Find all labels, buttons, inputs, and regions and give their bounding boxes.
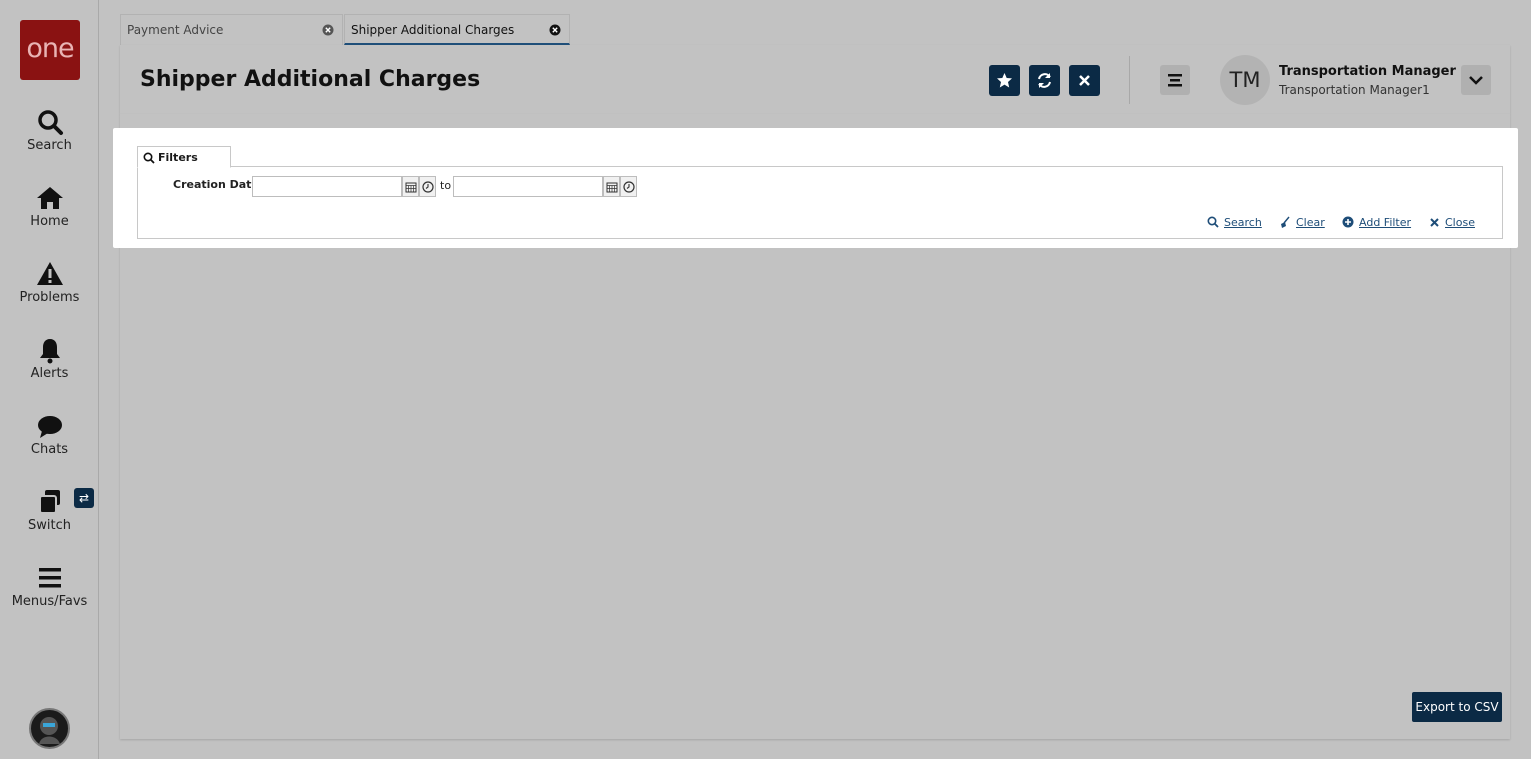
plus-circle-icon [1342, 216, 1354, 228]
switch-badge[interactable]: ⇄ [74, 488, 94, 508]
tab-label: Payment Advice [127, 23, 224, 37]
filter-clear-link[interactable]: Clear [1281, 216, 1325, 229]
hamburger-icon [1168, 74, 1182, 87]
sidebar-item-label: Home [30, 214, 69, 229]
search-icon [143, 152, 155, 164]
sidebar-item-label: Search [27, 138, 72, 153]
calendar-button[interactable] [603, 176, 620, 197]
calendar-icon [405, 182, 417, 193]
sidebar-item-label: Switch [28, 518, 71, 533]
filters-tab[interactable]: Filters [137, 146, 231, 168]
star-icon [997, 73, 1012, 88]
clock-icon [623, 181, 635, 193]
filter-clear-label: Clear [1296, 216, 1325, 229]
add-filter-link[interactable]: Add Filter [1342, 216, 1412, 229]
filters-panel: Filters Creation Date: to Search Clear A… [113, 128, 1518, 248]
tab-payment-advice[interactable]: Payment Advice [120, 14, 343, 45]
filters-box: Creation Date: to Search Clear Add Filte… [137, 166, 1503, 239]
page-title: Shipper Additional Charges [140, 67, 481, 92]
creation-date-from-input[interactable] [252, 176, 402, 197]
sidebar-item-menus-favs[interactable]: Menus/Favs [0, 564, 99, 609]
sidebar-item-label: Problems [19, 290, 80, 305]
clock-icon [422, 181, 434, 193]
tab-label: Shipper Additional Charges [351, 23, 515, 37]
search-icon [37, 110, 63, 135]
sidebar-item-chats[interactable]: Chats [0, 412, 99, 457]
close-tab-icon[interactable] [549, 24, 561, 36]
sidebar-item-label: Alerts [30, 366, 69, 381]
chevron-down-icon [1469, 76, 1483, 85]
filter-close-link[interactable]: Close [1430, 216, 1475, 229]
close-tab-icon[interactable] [322, 24, 334, 36]
add-filter-label: Add Filter [1359, 216, 1412, 229]
close-icon [1430, 218, 1439, 227]
time-button[interactable] [419, 176, 436, 197]
sidebar: one Search Home Problems Alerts Chats Sw… [0, 0, 99, 759]
sidebar-item-label: Chats [30, 442, 69, 457]
close-page-button[interactable] [1069, 65, 1100, 96]
bell-icon [39, 339, 60, 364]
sidebar-item-alerts[interactable]: Alerts [0, 336, 99, 381]
creation-date-label: Creation Date: [173, 178, 264, 191]
sidebar-item-problems[interactable]: Problems [0, 260, 99, 305]
warning-icon [36, 262, 63, 285]
creation-date-to-input[interactable] [453, 176, 603, 197]
home-icon [36, 187, 63, 209]
user-role: Transportation Manager1 [1279, 83, 1430, 97]
filter-close-label: Close [1445, 216, 1475, 229]
calendar-icon [606, 182, 618, 193]
filter-search-label: Search [1224, 216, 1262, 229]
page-menu-button[interactable] [1160, 65, 1190, 95]
sidebar-item-label: Menus/Favs [11, 594, 88, 609]
user-name: Transportation Manager [1279, 64, 1456, 79]
tab-shipper-additional-charges[interactable]: Shipper Additional Charges [344, 14, 570, 45]
header-divider [1129, 56, 1130, 104]
user-avatar[interactable]: TM [1220, 55, 1270, 105]
user-menu-button[interactable] [1461, 65, 1491, 95]
time-button[interactable] [620, 176, 637, 197]
filters-tab-label: Filters [158, 151, 198, 164]
search-icon [1207, 216, 1219, 228]
broom-icon [1281, 216, 1290, 228]
close-icon [1079, 75, 1090, 86]
refresh-icon [1038, 73, 1051, 88]
sidebar-item-search[interactable]: Search [0, 108, 99, 153]
filter-search-link[interactable]: Search [1207, 216, 1262, 229]
assistant-face-icon [39, 717, 60, 744]
chat-icon [37, 416, 62, 438]
app-logo[interactable]: one [20, 20, 80, 80]
switch-icon [38, 490, 60, 514]
favorite-button[interactable] [989, 65, 1020, 96]
date-range-to-label: to [440, 179, 452, 192]
menu-icon [38, 568, 61, 588]
calendar-button[interactable] [402, 176, 419, 197]
assistant-avatar[interactable] [29, 708, 70, 749]
refresh-button[interactable] [1029, 65, 1060, 96]
export-csv-button[interactable]: Export to CSV [1412, 692, 1502, 722]
page-header: Shipper Additional Charges TM Transporta… [120, 45, 1510, 114]
sidebar-item-home[interactable]: Home [0, 184, 99, 229]
